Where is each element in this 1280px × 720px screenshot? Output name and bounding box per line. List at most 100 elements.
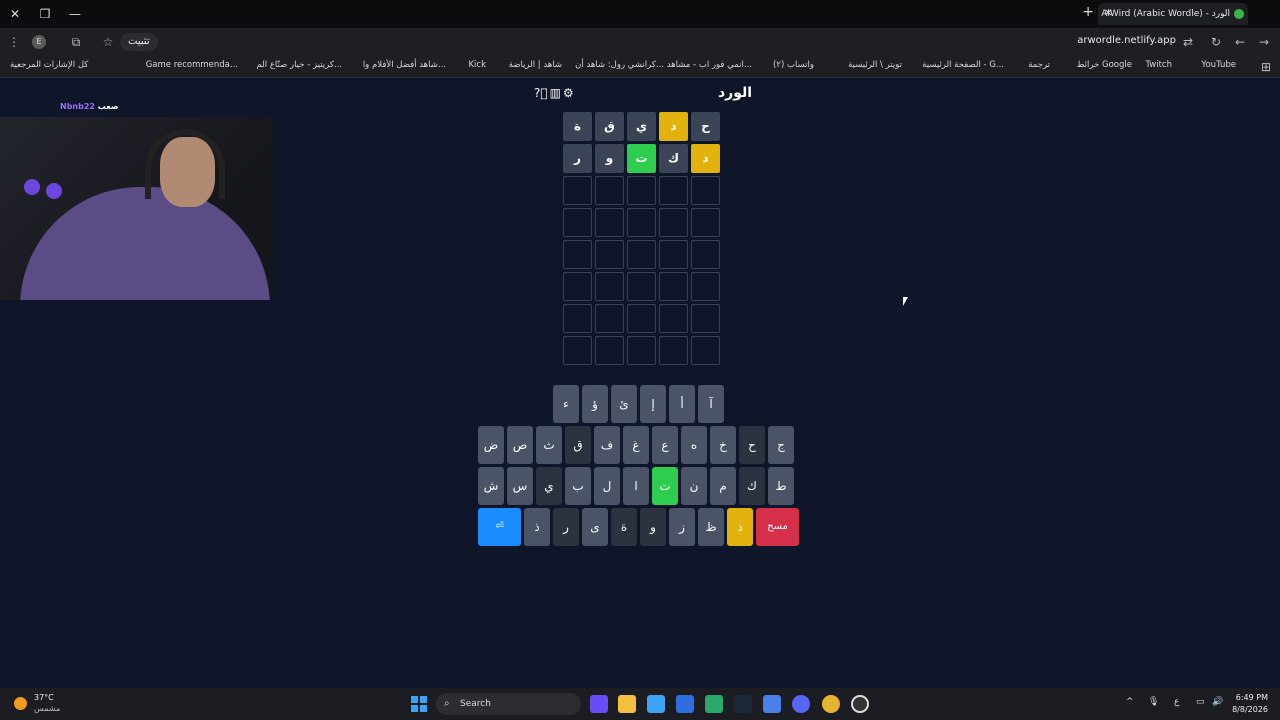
new-tab-icon[interactable]: + <box>1082 4 1094 20</box>
keyboard-key[interactable]: ث <box>536 426 562 464</box>
keyboard-key[interactable]: س <box>507 467 533 505</box>
weather-description[interactable]: مشمس <box>34 704 60 713</box>
store-icon[interactable] <box>676 695 694 713</box>
keyboard-key[interactable]: ب <box>565 467 591 505</box>
settings-icon[interactable]: ⚙ <box>563 86 574 100</box>
obs-icon[interactable] <box>851 695 869 713</box>
keyboard-key[interactable]: ه <box>681 426 707 464</box>
keyboard-key[interactable]: أ <box>669 385 695 423</box>
enter-key[interactable]: ⏎ <box>478 508 521 546</box>
keyboard-key[interactable]: ت <box>652 467 678 505</box>
keyboard-key[interactable]: ى <box>582 508 608 546</box>
forward-icon[interactable]: → <box>1254 32 1274 52</box>
bookmark-item[interactable]: الصفحة الرئيسية - G... <box>922 60 1004 70</box>
discord-icon[interactable] <box>792 695 810 713</box>
keyboard-key[interactable]: ء <box>553 385 579 423</box>
app-icon[interactable] <box>705 695 723 713</box>
keyboard-key[interactable]: ؤ <box>582 385 608 423</box>
back-icon[interactable]: ← <box>1230 32 1250 52</box>
copilot-icon[interactable] <box>590 695 608 713</box>
keyboard-key[interactable]: غ <box>623 426 649 464</box>
keyboard-key[interactable]: ف <box>594 426 620 464</box>
minimize-window-icon[interactable]: — <box>64 4 86 24</box>
bookmark-item[interactable]: ترجمة <box>1028 60 1050 70</box>
bookmark-item[interactable]: خرائط Google <box>1077 60 1132 70</box>
keyboard-key[interactable]: ح <box>739 426 765 464</box>
keyboard-key[interactable]: ل <box>594 467 620 505</box>
extensions-icon[interactable]: ⧉ <box>66 32 86 52</box>
bookmark-item[interactable]: تويتر \ الرئيسية <box>848 60 902 70</box>
bookmark-item[interactable]: كرانشي رول: شاهد أن... <box>575 60 664 70</box>
reload-icon[interactable]: ↻ <box>1206 32 1226 52</box>
keyboard-key[interactable]: ع <box>652 426 678 464</box>
restore-window-icon[interactable]: ❐ <box>34 4 56 24</box>
chrome-icon[interactable] <box>822 695 840 713</box>
keyboard-key[interactable]: ك <box>739 467 765 505</box>
headset-icon <box>145 129 225 199</box>
keyboard-key[interactable]: د <box>727 508 753 546</box>
board-tile: د <box>691 144 720 173</box>
stats-icon[interactable]: ▥ <box>550 86 561 100</box>
keyboard-key[interactable]: إ <box>640 385 666 423</box>
steam-icon[interactable] <box>734 695 752 713</box>
keyboard-key[interactable]: ق <box>565 426 591 464</box>
keyboard-key[interactable]: آ <box>698 385 724 423</box>
taskbar-search[interactable]: ⌕ Search <box>436 693 581 715</box>
language-indicator[interactable]: ع <box>1174 697 1179 707</box>
close-window-icon[interactable]: ✕ <box>4 4 26 24</box>
weather-temperature[interactable]: 37°C <box>34 693 54 702</box>
board-tile <box>627 176 656 205</box>
keyboard-row: آأإئؤء <box>553 385 724 423</box>
menu-icon[interactable]: ⋮ <box>4 32 24 52</box>
keyboard-key[interactable]: ز <box>669 508 695 546</box>
profile-avatar[interactable]: E <box>32 35 46 49</box>
clock[interactable]: 6:49 PM 8/8/2026 <box>1232 692 1268 716</box>
address-bar[interactable]: arwordle.netlify.app <box>1077 35 1176 46</box>
bookmark-item[interactable]: انمي فور اب - مشاهد... <box>667 60 752 70</box>
keyboard-key[interactable]: و <box>640 508 666 546</box>
network-icon[interactable]: ▭ <box>1196 697 1205 707</box>
keyboard-key[interactable]: خ <box>710 426 736 464</box>
keyboard-key[interactable]: ذ <box>524 508 550 546</box>
photos-icon[interactable] <box>647 695 665 713</box>
bookmark-item[interactable]: كريتيز - خيار صنّاع الم... <box>257 60 342 70</box>
apps-icon[interactable]: ⊞ <box>1256 57 1276 77</box>
keyboard-key[interactable]: ا <box>623 467 649 505</box>
bookmark-item[interactable]: Kick <box>468 60 486 70</box>
bookmark-item[interactable]: YouTube <box>1201 60 1236 70</box>
browser-tab[interactable]: ✕ AlWird (Arabic Wordle) - الورد <box>1098 3 1248 25</box>
bookmark-item[interactable]: Game recommenda... <box>146 60 238 70</box>
search-label: Search <box>460 699 491 709</box>
keyboard-row: جحخهعغفقثصض <box>478 426 794 464</box>
keyboard-key[interactable]: ن <box>681 467 707 505</box>
site-settings-icon[interactable]: ⇄ <box>1178 32 1198 52</box>
all-bookmarks[interactable]: كل الإشارات المرجعية <box>10 60 88 70</box>
keyboard-key[interactable]: ج <box>768 426 794 464</box>
keyboard-key[interactable]: ر <box>553 508 579 546</box>
tray-overflow-icon[interactable]: ^ <box>1126 697 1134 707</box>
mail-icon[interactable] <box>763 695 781 713</box>
keyboard-key[interactable]: ص <box>507 426 533 464</box>
keyboard-key[interactable]: ض <box>478 426 504 464</box>
bookmark-item[interactable]: شاهد أفضل الأفلام وا... <box>363 60 446 70</box>
keyboard-key[interactable]: ي <box>536 467 562 505</box>
start-button[interactable] <box>411 696 427 712</box>
keyboard-key[interactable]: م <box>710 467 736 505</box>
keyboard-key[interactable]: ظ <box>698 508 724 546</box>
volume-icon[interactable]: 🔊 <box>1212 697 1223 707</box>
bookmark-star-icon[interactable]: ☆ <box>98 32 118 52</box>
board-tile <box>659 304 688 333</box>
bookmark-item[interactable]: شاهد | الرياضة <box>509 60 562 70</box>
keyboard-key[interactable]: ش <box>478 467 504 505</box>
microphone-icon[interactable]: 🎙 <box>1148 697 1159 707</box>
bookmark-item[interactable]: (٢) واتساب <box>773 60 814 70</box>
keyboard-key[interactable]: ة <box>611 508 637 546</box>
help-icon[interactable]: ?⃝ <box>534 86 548 100</box>
file-explorer-icon[interactable] <box>618 695 636 713</box>
keyboard-key[interactable]: ط <box>768 467 794 505</box>
install-button[interactable]: تثبيت <box>120 33 158 51</box>
delete-key[interactable]: مسح <box>756 508 799 546</box>
sun-icon[interactable] <box>14 697 27 710</box>
keyboard-key[interactable]: ئ <box>611 385 637 423</box>
bookmark-item[interactable]: Twitch <box>1146 60 1173 70</box>
